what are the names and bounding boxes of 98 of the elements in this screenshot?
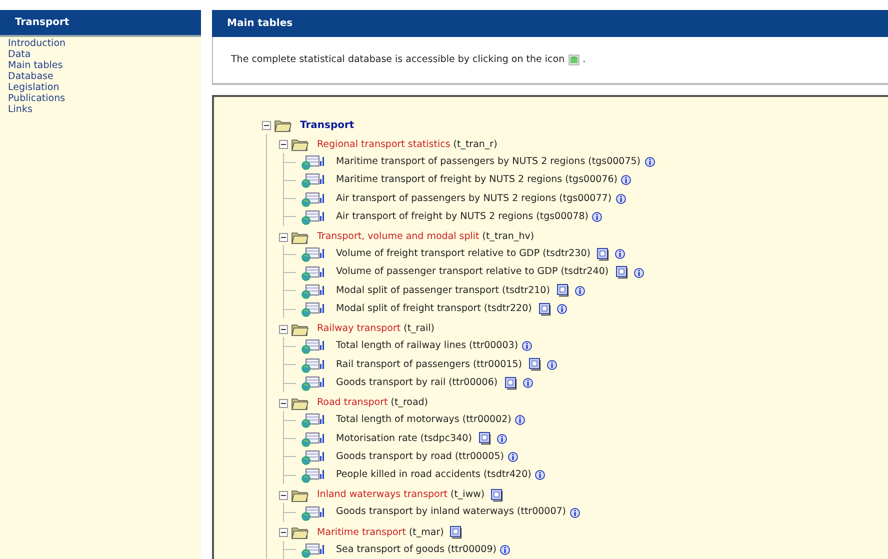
dataset-icon[interactable] <box>300 448 326 465</box>
sidebar-link[interactable]: Data <box>8 49 31 60</box>
folder-icon <box>291 396 309 410</box>
sidebar-title: Transport <box>15 16 70 30</box>
intro-period: . <box>582 52 586 67</box>
dataset-link[interactable]: Goods transport by rail (ttr00006) <box>336 376 498 390</box>
document-icon[interactable] <box>616 266 630 280</box>
folder-icon <box>291 322 309 336</box>
document-icon[interactable] <box>450 526 464 540</box>
main-title: Main tables <box>227 16 293 31</box>
info-icon[interactable] <box>616 194 626 204</box>
document-icon[interactable] <box>597 248 612 261</box>
info-icon[interactable] <box>556 304 567 314</box>
dataset-link[interactable]: Volume of passenger transport relative to GDP (tsdtr240) <box>336 265 609 280</box>
dataset-icon[interactable] <box>300 375 326 392</box>
info-icon[interactable] <box>634 268 644 278</box>
dataset-icon[interactable] <box>300 246 326 262</box>
group-label[interactable]: Railway transport <box>317 322 401 336</box>
intro-text: The complete statistical database is accessible by clicking on the icon <box>231 52 565 67</box>
dataset-link[interactable]: Air transport of passengers by NUTS 2 regions (tgs00077) <box>336 192 612 206</box>
dataset-link[interactable]: Total length of railway lines (ttr00003) <box>336 339 518 354</box>
document-icon[interactable] <box>504 376 519 390</box>
document-icon[interactable] <box>478 432 493 446</box>
sidebar-link[interactable]: Introduction <box>8 38 66 49</box>
dataset-icon[interactable] <box>300 338 326 354</box>
collapse-icon[interactable] <box>279 324 288 334</box>
dataset-link[interactable]: Volume of freight transport relative to GDP (tsdtr230) <box>336 247 590 262</box>
dataset-icon[interactable] <box>300 190 326 207</box>
dataset-icon[interactable] <box>300 356 326 373</box>
dataset-link[interactable]: Rail transport of passengers (ttr00015) <box>336 358 522 372</box>
collapse-icon[interactable] <box>279 232 288 242</box>
info-icon[interactable] <box>522 378 533 388</box>
dataset-link[interactable]: People killed in road accidents (tsdtr420) <box>336 468 532 482</box>
group-code: (t_road) <box>390 396 428 410</box>
dataset-link[interactable]: Air transport of freight by NUTS 2 regions (tgs00078) <box>336 210 588 224</box>
dataset-icon[interactable] <box>300 467 326 484</box>
collapse-icon[interactable] <box>279 528 288 538</box>
group-code: (t_mar) <box>408 526 444 540</box>
group-code: (t_rail) <box>404 322 435 336</box>
dataset-icon[interactable] <box>300 504 326 521</box>
dataset-icon[interactable] <box>300 154 326 170</box>
dataset-icon[interactable] <box>300 412 326 428</box>
group-code: (t_tran_hv) <box>482 230 534 244</box>
collapse-icon[interactable] <box>279 140 288 150</box>
folder-icon <box>291 526 309 540</box>
group-label[interactable]: Regional transport statistics <box>317 138 450 152</box>
dataset-link[interactable]: Modal split of passenger transport (tsdtr210) <box>336 284 550 298</box>
document-icon[interactable] <box>538 302 553 316</box>
group-label[interactable]: Road transport <box>317 396 388 410</box>
folder-icon <box>274 119 292 132</box>
dataset-icon[interactable] <box>300 430 326 447</box>
info-icon[interactable] <box>574 286 585 296</box>
dataset-icon[interactable] <box>300 282 326 299</box>
dataset-link[interactable]: Maritime transport of freight by NUTS 2 regions (tgs00076) <box>336 173 618 188</box>
dataset-link[interactable]: Motorisation rate (tsdpc340) <box>336 432 472 446</box>
sidebar-link[interactable]: Links <box>8 104 32 115</box>
info-icon[interactable] <box>621 175 632 186</box>
dataset-link[interactable]: Maritime transport of passengers by NUTS 2 regions (tgs00075) <box>336 154 641 170</box>
group-label[interactable]: Inland waterways transport <box>317 488 448 503</box>
document-icon[interactable] <box>490 488 505 502</box>
group-code: (t_tran_r) <box>453 138 498 152</box>
info-icon[interactable] <box>615 249 626 260</box>
info-icon[interactable] <box>515 415 526 426</box>
dataset-link[interactable]: Goods transport by inland waterways (ttr00007) <box>336 505 566 520</box>
group-code: (t_iww) <box>450 488 485 502</box>
dataset-icon[interactable] <box>300 172 326 188</box>
dataset-icon[interactable] <box>300 208 326 225</box>
folder-icon <box>291 488 309 502</box>
tree-root-label[interactable]: Transport <box>300 118 354 134</box>
dataset-icon[interactable] <box>300 542 326 558</box>
folder-icon <box>291 230 309 244</box>
folder-icon <box>291 138 309 152</box>
document-icon[interactable] <box>528 358 543 372</box>
sidebar-link[interactable]: Legislation <box>8 82 60 93</box>
info-icon[interactable] <box>546 360 557 370</box>
document-icon[interactable] <box>556 284 571 298</box>
info-icon[interactable] <box>522 341 532 352</box>
info-icon[interactable] <box>500 544 510 555</box>
collapse-icon[interactable] <box>262 121 271 130</box>
group-label[interactable]: Maritime transport <box>317 526 406 540</box>
info-icon[interactable] <box>496 434 507 444</box>
info-icon[interactable] <box>508 452 518 462</box>
sidebar-link[interactable]: Database <box>8 71 54 82</box>
dataset-link[interactable]: Modal split of freight transport (tsdtr220) <box>336 302 532 316</box>
dataset-icon[interactable] <box>300 264 326 281</box>
dataset-link[interactable]: Sea transport of goods (ttr00009) <box>336 542 496 557</box>
sidebar-link[interactable]: Main tables <box>8 60 63 71</box>
collapse-icon[interactable] <box>279 490 288 500</box>
collapse-icon[interactable] <box>279 398 288 408</box>
sidebar-link[interactable]: Publications <box>8 93 66 104</box>
dataset-link[interactable]: Total length of motorways (ttr00002) <box>336 413 512 428</box>
group-label[interactable]: Transport, volume and modal split <box>317 230 480 244</box>
info-icon[interactable] <box>644 157 655 168</box>
info-icon[interactable] <box>570 508 580 518</box>
info-icon[interactable] <box>592 212 602 222</box>
dataset-icon[interactable] <box>300 301 326 318</box>
info-icon[interactable] <box>535 470 546 480</box>
dataset-link[interactable]: Goods transport by road (ttr00005) <box>336 450 504 464</box>
